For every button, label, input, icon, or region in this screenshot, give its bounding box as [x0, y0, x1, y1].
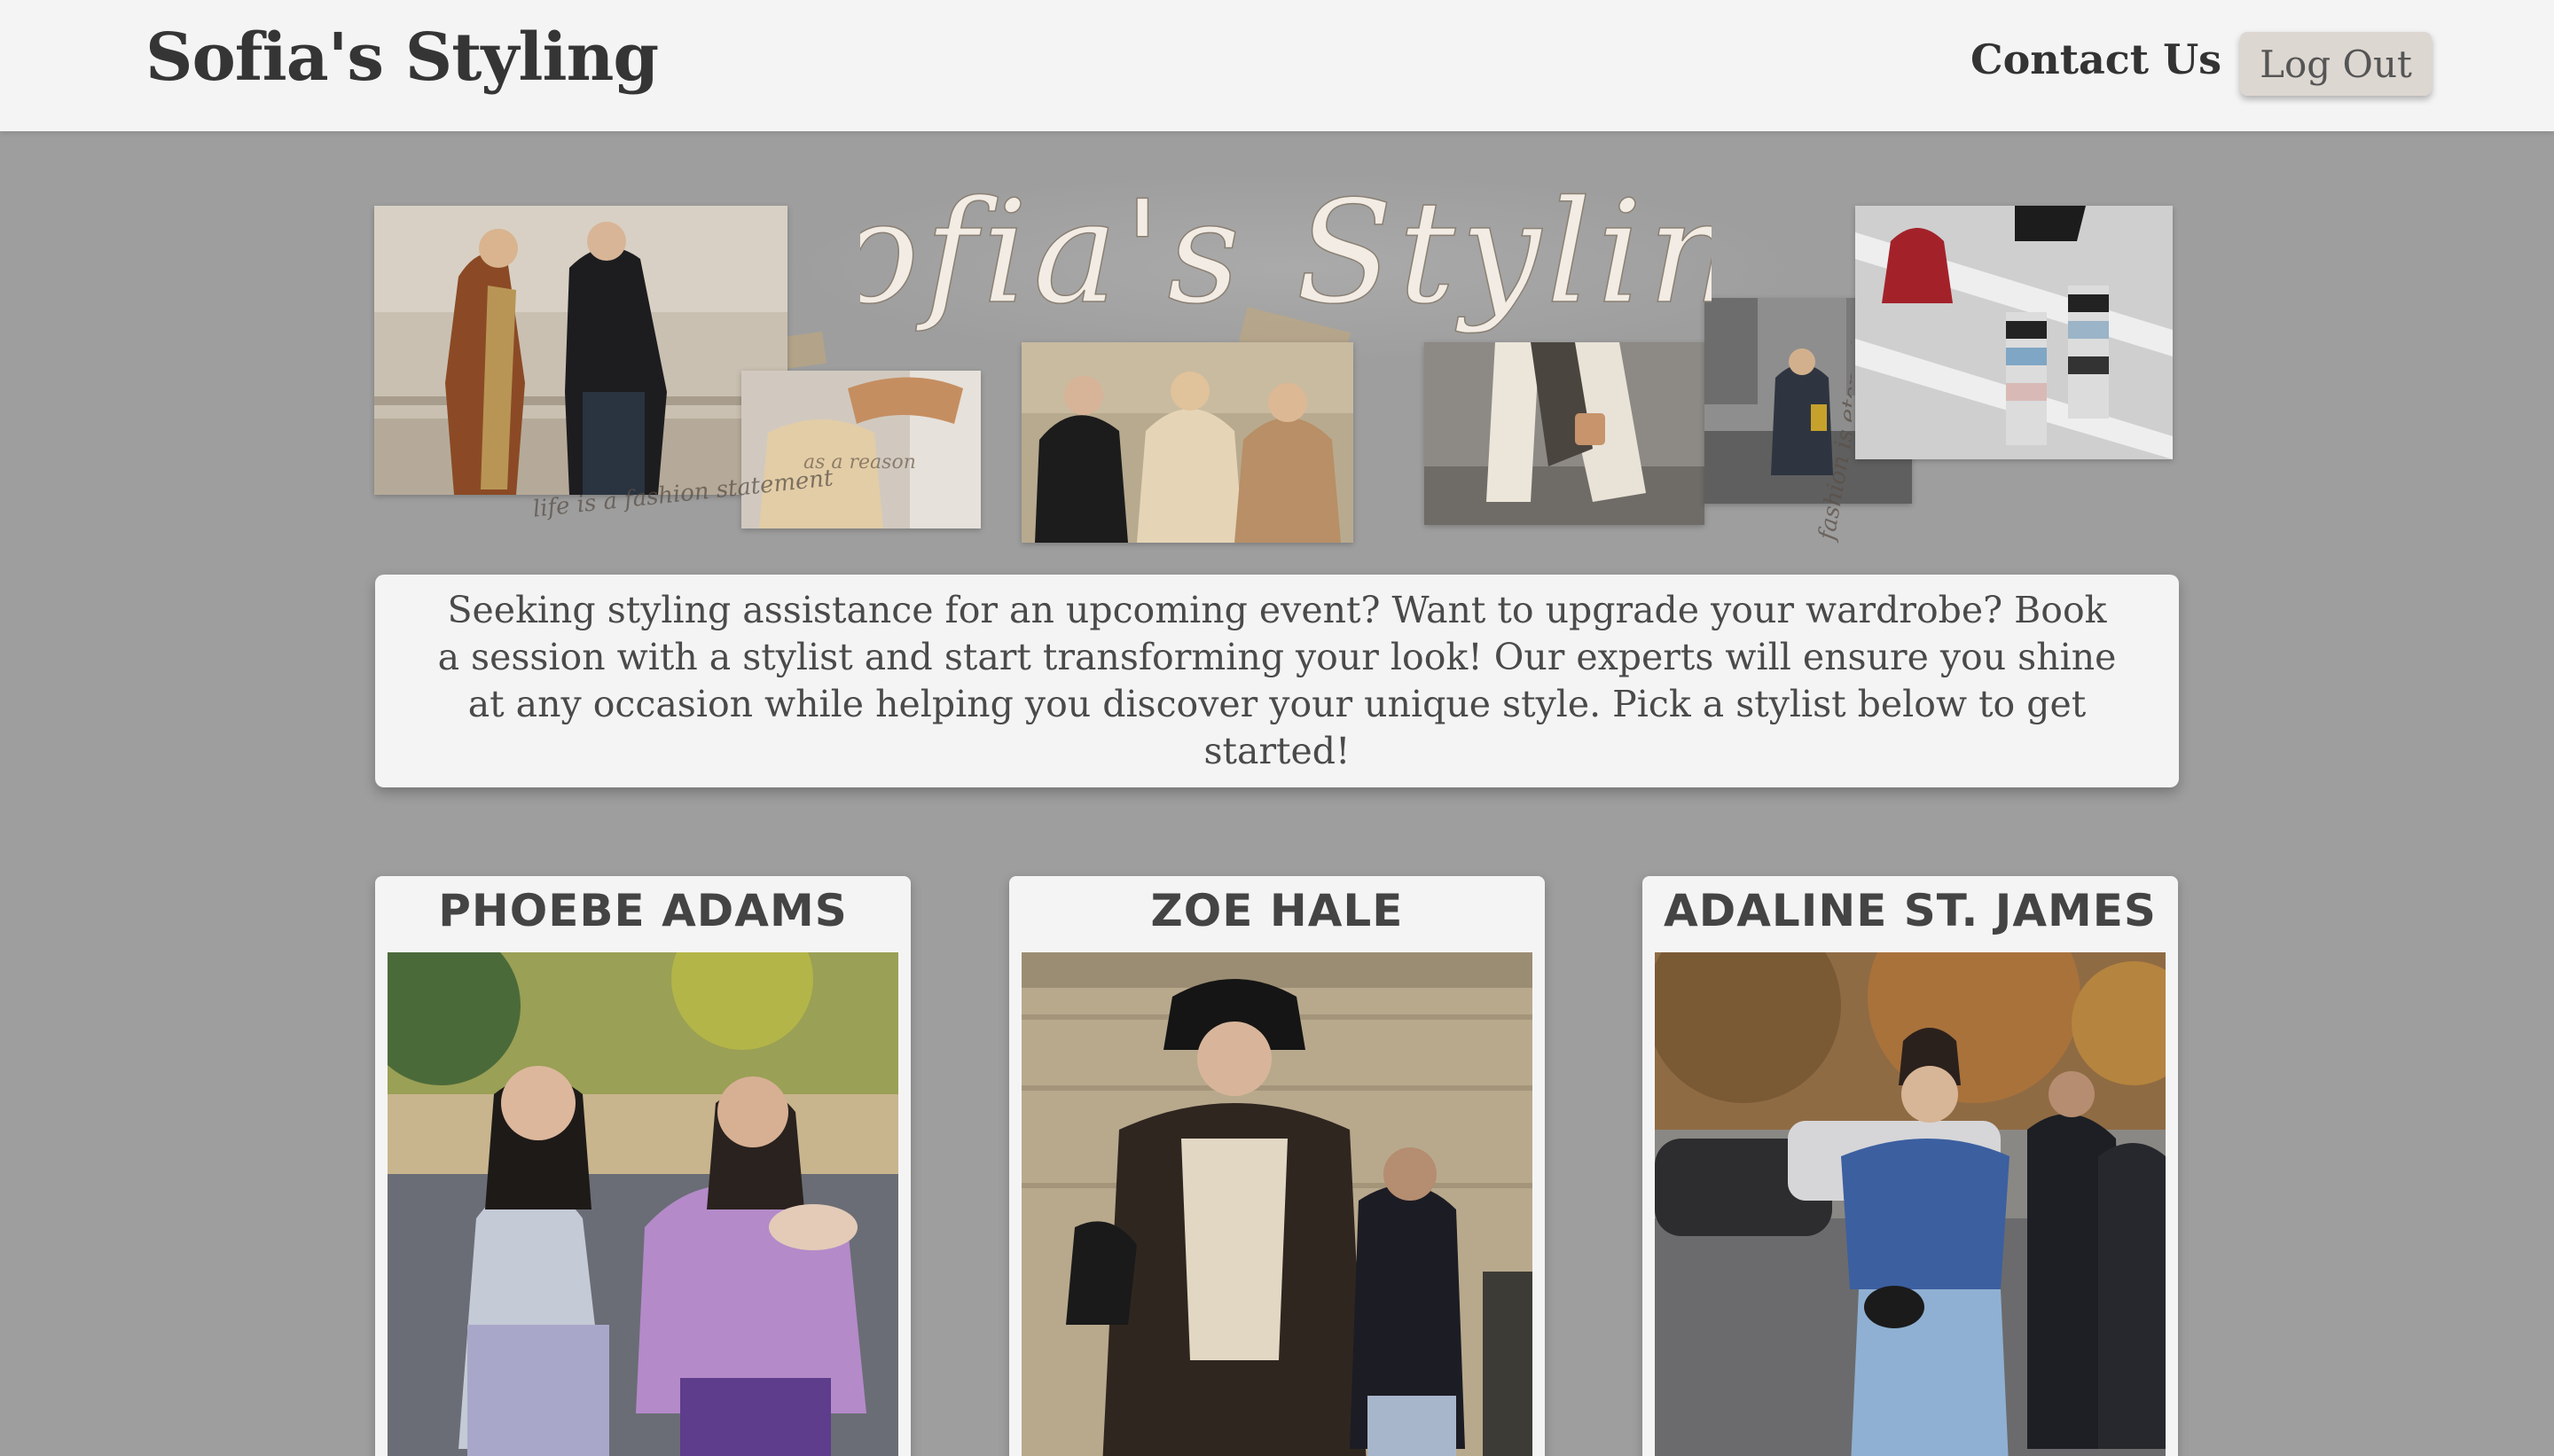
- banner-script-text: Sofia's Styling: [860, 169, 1712, 335]
- stylist-photo: [1655, 952, 2166, 1456]
- collage-photo-boots: [1855, 206, 2173, 459]
- banner-caption-right: fashion is eternal: [1798, 319, 1876, 568]
- stylist-name: ZOE HALE: [1150, 885, 1404, 936]
- intro-text: Seeking styling assistance for an upcomi…: [437, 589, 2117, 772]
- stylist-card-zoe-hale[interactable]: ZOE HALE: [1009, 876, 1545, 1456]
- logout-button[interactable]: Log Out: [2240, 32, 2432, 96]
- svg-text:fashion is eternal: fashion is eternal: [1814, 338, 1852, 544]
- hero-collage: as a reason fia's Styli life is a fashio…: [364, 168, 2182, 550]
- collage-photo-handbag: as a reason: [741, 371, 981, 528]
- intro-card: Seeking styling assistance for an upcomi…: [375, 575, 2179, 787]
- banner-script-title: Sofia's Styling: [731, 168, 1836, 381]
- stylist-photo: [1022, 952, 1532, 1456]
- stylist-name: ADALINE ST. JAMES: [1664, 885, 2157, 936]
- collage-photo-couple: [374, 206, 787, 495]
- top-navbar: Sofia's Styling Contact Us Log Out: [0, 0, 2554, 131]
- stylist-card-adaline-st-james[interactable]: ADALINE ST. JAMES: [1642, 876, 2178, 1456]
- brand-logo[interactable]: Sofia's Styling: [145, 20, 659, 96]
- contact-us-link[interactable]: Contact Us: [1970, 35, 2221, 83]
- stylist-photo: [388, 952, 898, 1456]
- stylist-card-phoebe-adams[interactable]: PHOEBE ADAMS: [375, 876, 911, 1456]
- stylist-name: PHOEBE ADAMS: [438, 885, 848, 936]
